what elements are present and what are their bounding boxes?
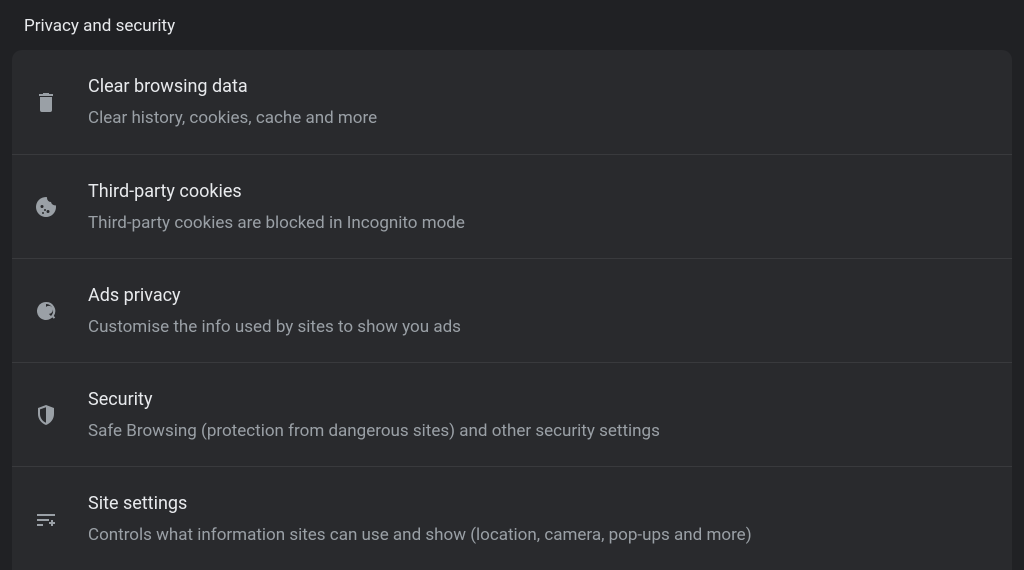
row-text: Site settings Controls what information … [60,491,752,547]
row-site-settings[interactable]: Site settings Controls what information … [12,466,1012,570]
row-text: Third-party cookies Third-party cookies … [60,179,465,235]
row-third-party-cookies[interactable]: Third-party cookies Third-party cookies … [12,154,1012,258]
row-security[interactable]: Security Safe Browsing (protection from … [12,362,1012,466]
trash-icon [32,88,60,116]
tune-icon [32,505,60,533]
page-title: Privacy and security [0,0,1024,50]
row-ads-privacy[interactable]: Ads privacy Customise the info used by s… [12,258,1012,362]
row-clear-browsing-data[interactable]: Clear browsing data Clear history, cooki… [12,50,1012,154]
row-title: Site settings [88,491,752,517]
row-title: Security [88,387,660,413]
row-subtitle: Clear history, cookies, cache and more [88,106,377,130]
row-subtitle: Controls what information sites can use … [88,523,752,547]
row-subtitle: Third-party cookies are blocked in Incog… [88,211,465,235]
row-title: Ads privacy [88,283,461,309]
cookie-icon [32,193,60,221]
row-title: Clear browsing data [88,74,377,100]
row-text: Security Safe Browsing (protection from … [60,387,660,443]
row-subtitle: Safe Browsing (protection from dangerous… [88,419,660,443]
row-text: Clear browsing data Clear history, cooki… [60,74,377,130]
privacy-security-panel: Clear browsing data Clear history, cooki… [12,50,1012,570]
shield-icon [32,401,60,429]
row-text: Ads privacy Customise the info used by s… [60,283,461,339]
row-subtitle: Customise the info used by sites to show… [88,315,461,339]
row-title: Third-party cookies [88,179,465,205]
ads-icon [32,297,60,325]
